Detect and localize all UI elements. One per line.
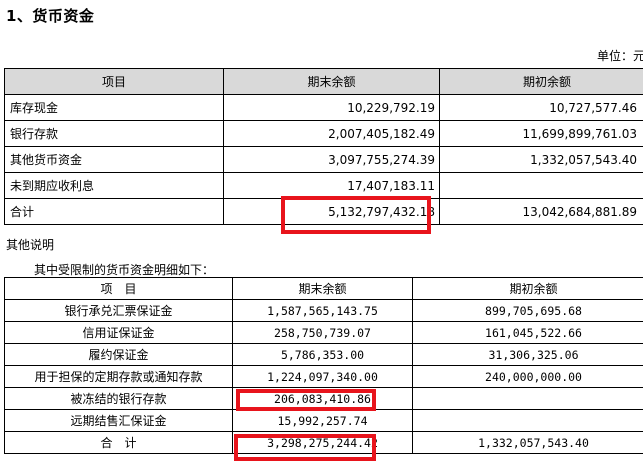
- row-end-balance: 2,007,405,182.49: [223, 120, 440, 147]
- row-end-balance: 10,229,792.19: [223, 94, 440, 121]
- table-row: 银行承兑汇票保证金 1,587,565,143.75 899,705,695.6…: [4, 299, 643, 322]
- row-item: 库存现金: [4, 94, 224, 121]
- row-begin-balance: 1,332,057,543.40: [439, 146, 643, 173]
- header-item: 项 目: [4, 277, 233, 300]
- row-begin-balance: 899,705,695.68: [412, 299, 643, 322]
- row-begin-balance: 11,699,899,761.03: [439, 120, 643, 147]
- section-heading: 1、货币资金: [6, 7, 95, 25]
- row-item: 远期结售汇保证金: [4, 409, 233, 432]
- header-end-balance: 期末余额: [223, 68, 440, 95]
- row-item: 信用证保证金: [4, 321, 233, 344]
- row-end-balance: 17,407,183.11: [223, 172, 440, 199]
- row-item: 被冻结的银行存款: [4, 387, 233, 410]
- row-item: 合计: [4, 198, 224, 225]
- highlight-box-restricted-total: [234, 434, 376, 461]
- restricted-funds-caption: 其中受限制的货币资金明细如下：: [34, 263, 215, 277]
- row-end-balance: 3,097,755,274.39: [223, 146, 440, 173]
- table-header-row: 项目 期末余额 期初余额: [4, 68, 643, 95]
- table-row: 履约保证金 5,786,353.00 31,306,325.06: [4, 343, 643, 366]
- header-begin-balance: 期初余额: [412, 277, 643, 300]
- row-end-balance: 1,224,097,340.00: [232, 365, 413, 388]
- row-item: 用于担保的定期存款或通知存款: [4, 365, 233, 388]
- restricted-funds-table: 项 目 期末余额 期初余额 银行承兑汇票保证金 1,587,565,143.75…: [4, 277, 643, 454]
- other-notes-label: 其他说明: [6, 238, 55, 252]
- unit-label: 单位：元: [597, 49, 643, 63]
- row-begin-balance: [439, 172, 643, 199]
- row-item: 履约保证金: [4, 343, 233, 366]
- row-begin-balance: 31,306,325.06: [412, 343, 643, 366]
- row-begin-balance: 13,042,684,881.89: [439, 198, 643, 225]
- row-begin-balance: [412, 409, 643, 432]
- table-row: 银行存款 2,007,405,182.49 11,699,899,761.03: [4, 120, 643, 147]
- table-row: 用于担保的定期存款或通知存款 1,224,097,340.00 240,000,…: [4, 365, 643, 388]
- row-end-balance: 1,587,565,143.75: [232, 299, 413, 322]
- row-begin-balance: [412, 387, 643, 410]
- row-begin-balance: 10,727,577.46: [439, 94, 643, 121]
- header-end-balance: 期末余额: [232, 277, 413, 300]
- table-header-row: 项 目 期末余额 期初余额: [4, 277, 643, 300]
- row-item: 其他货币资金: [4, 146, 224, 173]
- row-item: 银行存款: [4, 120, 224, 147]
- row-begin-balance: 1,332,057,543.40: [412, 431, 643, 454]
- highlight-box-frozen-deposits: [236, 389, 376, 411]
- highlight-box-total-end-balance: [281, 196, 431, 234]
- row-item: 银行承兑汇票保证金: [4, 299, 233, 322]
- table-row: 信用证保证金 258,750,739.07 161,045,522.66: [4, 321, 643, 344]
- row-item: 合 计: [4, 431, 233, 454]
- row-item: 未到期应收利息: [4, 172, 224, 199]
- header-begin-balance: 期初余额: [439, 68, 643, 95]
- table-row: 远期结售汇保证金 15,992,257.74: [4, 409, 643, 432]
- header-item: 项目: [4, 68, 224, 95]
- row-end-balance: 5,786,353.00: [232, 343, 413, 366]
- table-row: 其他货币资金 3,097,755,274.39 1,332,057,543.40: [4, 146, 643, 173]
- row-begin-balance: 240,000,000.00: [412, 365, 643, 388]
- row-end-balance: 258,750,739.07: [232, 321, 413, 344]
- table-row: 未到期应收利息 17,407,183.11: [4, 172, 643, 199]
- table-row: 库存现金 10,229,792.19 10,727,577.46: [4, 94, 643, 121]
- row-end-balance: 15,992,257.74: [232, 409, 413, 432]
- row-begin-balance: 161,045,522.66: [412, 321, 643, 344]
